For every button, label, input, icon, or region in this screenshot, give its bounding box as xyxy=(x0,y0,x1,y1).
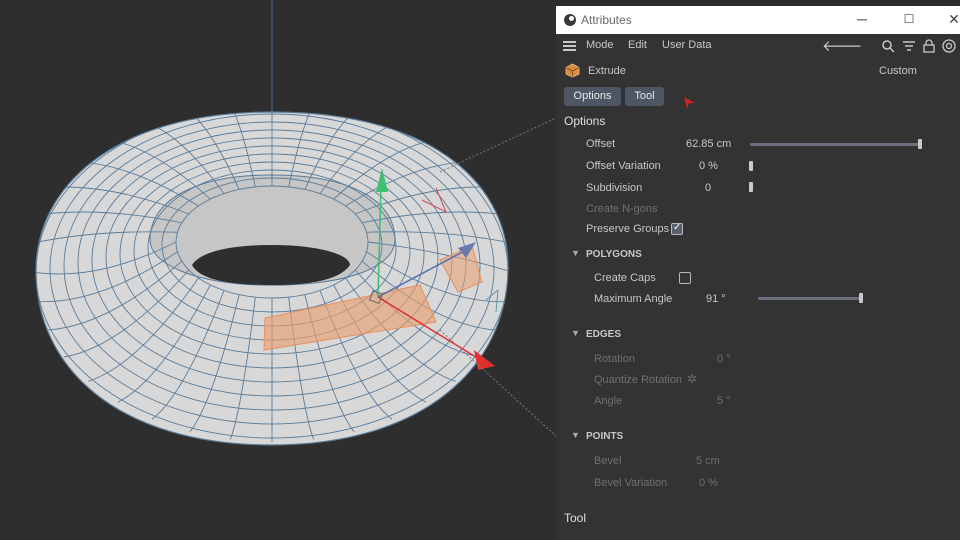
create-ngons-label: Create N-gons xyxy=(586,203,658,215)
menu-mode[interactable]: Mode xyxy=(586,39,614,51)
angle-label: Angle xyxy=(594,395,623,407)
rotation-label: Rotation xyxy=(594,353,635,365)
preset-label[interactable]: Custom xyxy=(879,65,917,77)
back-arrow-icon[interactable]: 🡐 xyxy=(822,36,862,55)
options-heading: Options xyxy=(564,114,606,128)
x-axis-arrow-icon[interactable] xyxy=(474,350,495,370)
viewport[interactable] xyxy=(0,0,556,540)
tool-heading: Tool xyxy=(564,511,587,525)
maximum-angle-value[interactable]: 91 ° xyxy=(706,293,726,305)
offset-label: Offset xyxy=(586,138,616,150)
close-button[interactable]: ✕ xyxy=(944,10,960,28)
edges-section[interactable]: ▼ EDGES xyxy=(571,328,621,340)
tab-tool[interactable]: Tool xyxy=(625,87,664,106)
bevel-variation-label: Bevel Variation xyxy=(594,477,668,489)
target-icon[interactable] xyxy=(942,39,956,53)
polygons-section[interactable]: ▼ POLYGONS xyxy=(571,248,642,260)
hamburger-menu-icon[interactable] xyxy=(563,41,576,51)
lock-icon[interactable] xyxy=(923,39,935,53)
viewport-canvas[interactable] xyxy=(0,0,556,540)
subdivision-value[interactable]: 0 xyxy=(705,182,711,194)
chevron-down-icon[interactable]: ▼ xyxy=(571,328,580,338)
create-caps-checkbox[interactable] xyxy=(679,272,691,284)
offset-value[interactable]: 62.85 cm xyxy=(686,138,731,150)
menu-user-data[interactable]: User Data xyxy=(662,39,712,51)
minimize-button[interactable]: ─ xyxy=(852,10,872,28)
title-bar: Attributes ─ ☐ ✕ xyxy=(556,6,960,34)
offset-variation-value[interactable]: 0 % xyxy=(699,160,718,172)
bevel-value: 5 cm xyxy=(696,455,720,467)
menu-edit[interactable]: Edit xyxy=(628,39,647,51)
maximize-button[interactable]: ☐ xyxy=(899,10,919,28)
bevel-label: Bevel xyxy=(594,455,622,467)
maximum-angle-label: Maximum Angle xyxy=(594,293,673,305)
offset-variation-slider-handle[interactable] xyxy=(749,161,753,171)
bevel-variation-value: 0 % xyxy=(699,477,718,489)
preserve-groups-label: Preserve Groups xyxy=(586,223,670,235)
maximum-angle-slider[interactable] xyxy=(758,297,861,300)
filter-icon[interactable] xyxy=(902,40,916,52)
search-icon[interactable] xyxy=(882,40,895,53)
subdivision-label: Subdivision xyxy=(586,182,643,194)
attributes-panel: Attributes ─ ☐ ✕ Mode Edit User Data 🡐 E… xyxy=(556,6,960,540)
points-section[interactable]: ▼ POINTS xyxy=(571,430,623,442)
chevron-down-icon[interactable]: ▼ xyxy=(571,248,580,258)
chevron-down-icon[interactable]: ▼ xyxy=(571,430,580,440)
quantize-rotation-label: Quantize Rotation xyxy=(594,374,683,386)
maximum-angle-slider-handle[interactable] xyxy=(859,293,863,303)
offset-variation-label: Offset Variation xyxy=(586,160,661,172)
offset-slider-handle[interactable] xyxy=(918,139,922,149)
preserve-groups-checkbox[interactable] xyxy=(671,222,683,235)
rotation-value: 0 ° xyxy=(717,353,731,365)
torus-mesh[interactable] xyxy=(32,102,512,446)
quantize-rotation-icon: ✲ xyxy=(687,372,698,386)
object-name: Extrude xyxy=(588,65,626,77)
menu-bar: Mode Edit User Data 🡐 xyxy=(556,34,960,58)
subdivision-slider-handle[interactable] xyxy=(749,182,753,192)
angle-value: 5 ° xyxy=(717,395,731,407)
app-logo-icon xyxy=(564,14,576,26)
create-caps-label: Create Caps xyxy=(594,272,656,284)
offset-slider[interactable] xyxy=(750,143,920,146)
tab-options[interactable]: Options xyxy=(564,87,621,106)
mouse-cursor-icon xyxy=(684,97,695,109)
window-title: Attributes xyxy=(581,13,632,27)
extrude-tool-icon xyxy=(565,63,580,78)
